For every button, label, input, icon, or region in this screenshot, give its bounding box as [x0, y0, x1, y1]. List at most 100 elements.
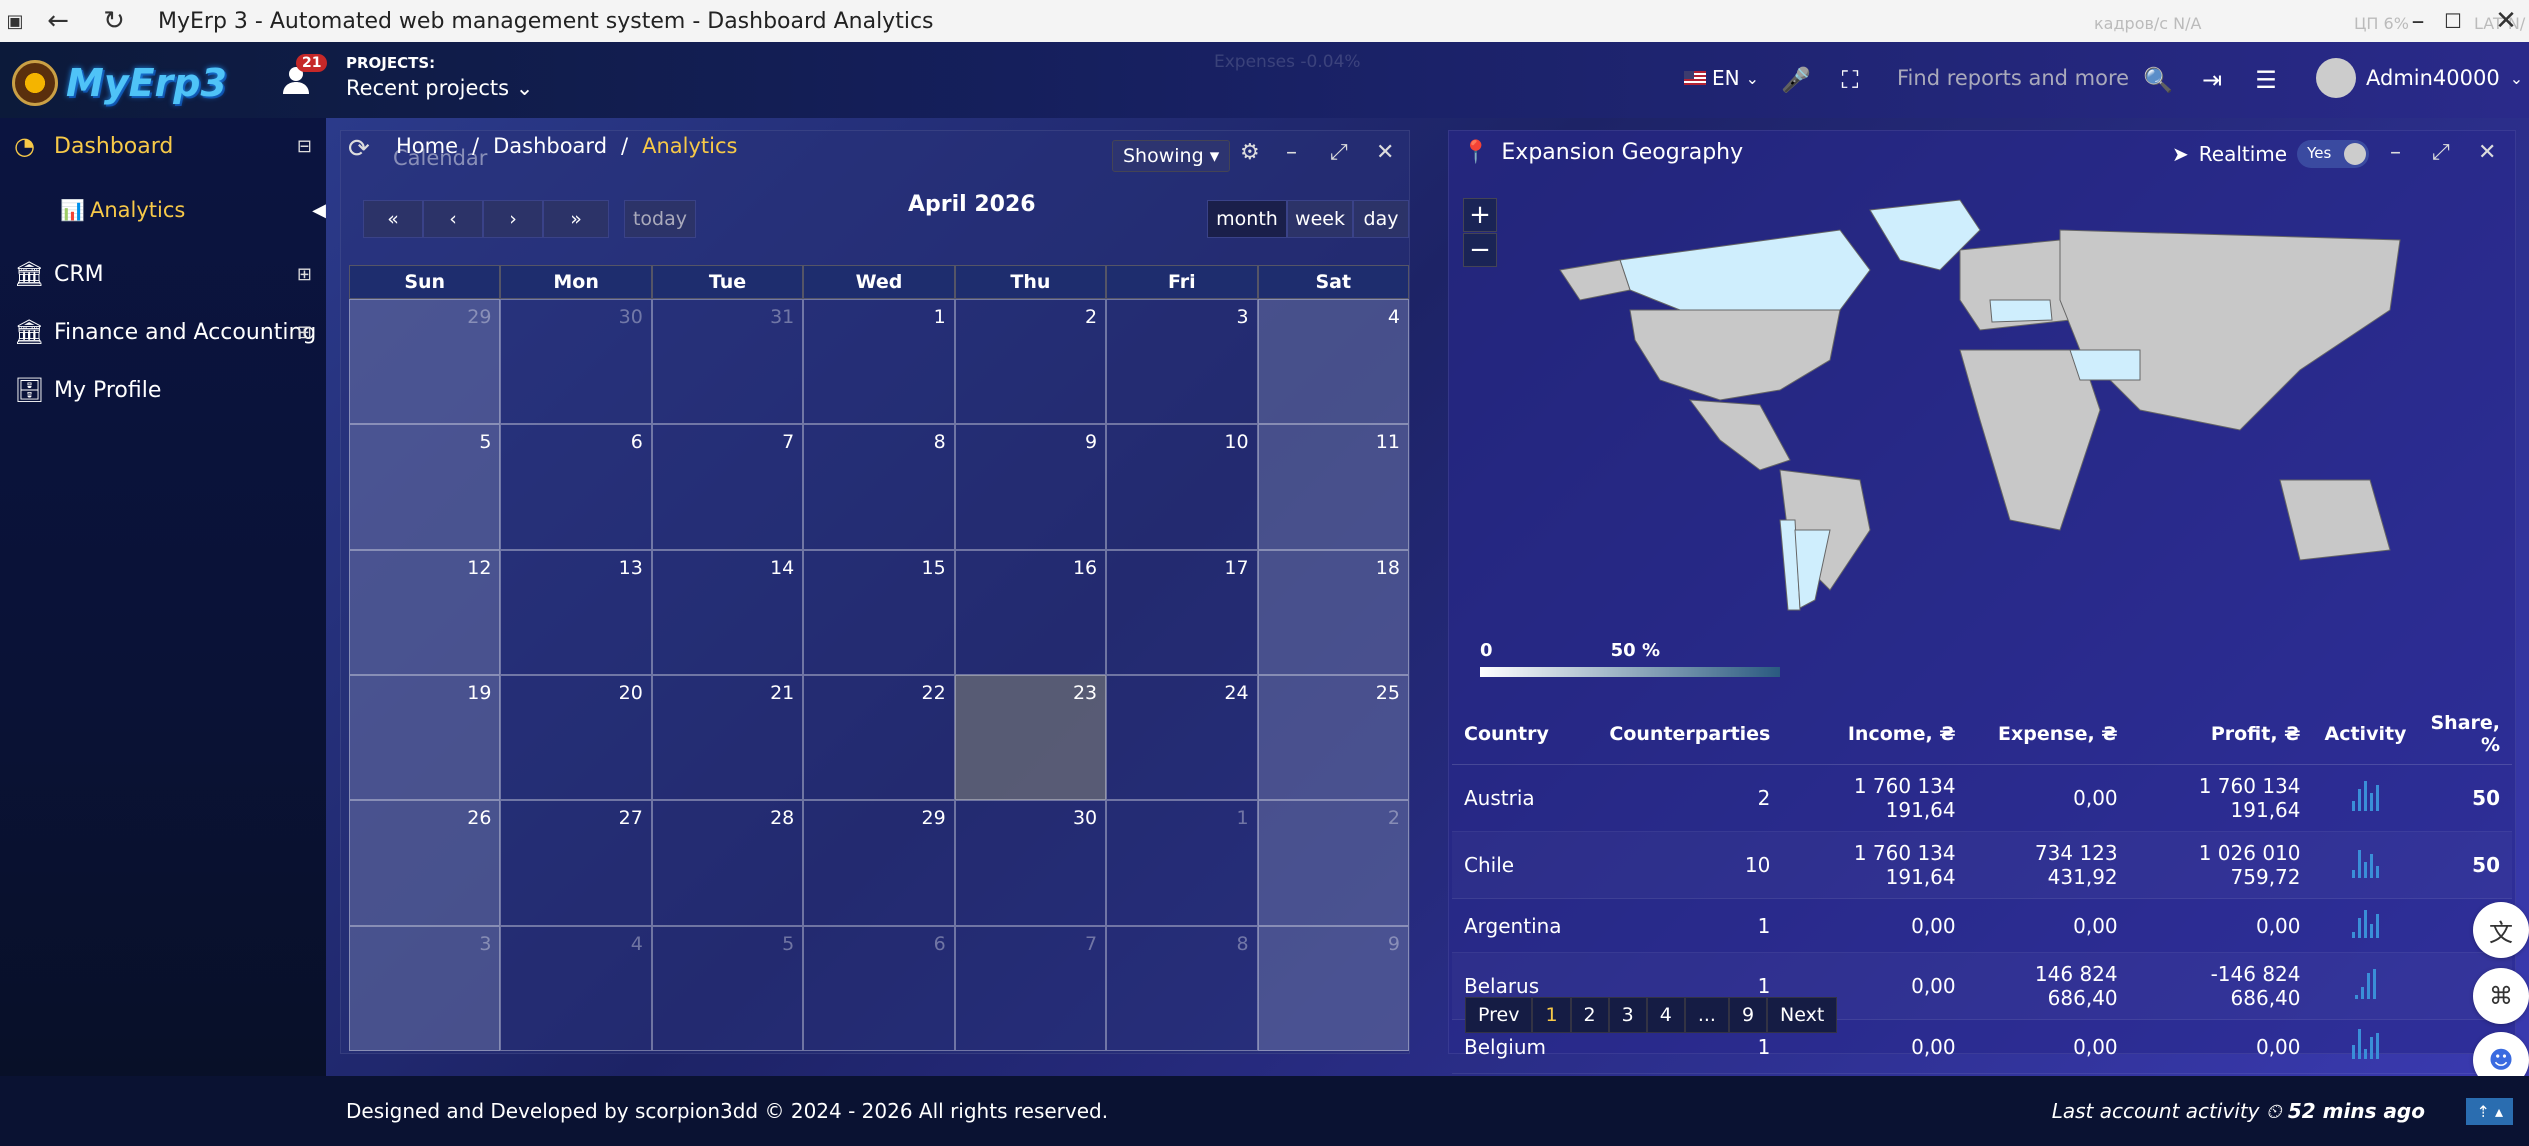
- view-month-button[interactable]: month: [1207, 200, 1287, 238]
- calendar-day-cell[interactable]: 29: [349, 299, 501, 425]
- collapse-icon[interactable]: ⊟: [297, 136, 312, 157]
- expand-icon[interactable]: ⊞: [297, 322, 312, 343]
- close-panel-icon[interactable]: ✕: [1376, 140, 1394, 165]
- col-share[interactable]: Share, %: [2418, 704, 2512, 765]
- table-row[interactable]: Austria 2 1 760 134 191,64 0,00 1 760 134 19…: [1452, 764, 2512, 832]
- refresh-icon[interactable]: ⟳: [348, 134, 370, 164]
- sidebar-item-analytics[interactable]: 📊 Analytics ◀: [0, 188, 326, 232]
- col-profit[interactable]: Profit, ₴: [2129, 704, 2313, 765]
- calendar-day-cell[interactable]: 7: [651, 424, 804, 550]
- calendar-day-cell[interactable]: 31: [651, 299, 804, 425]
- calendar-day-cell[interactable]: 3: [349, 925, 501, 1051]
- calendar-day-cell[interactable]: 24: [1106, 675, 1258, 801]
- realtime-toggle[interactable]: Yes: [2297, 140, 2370, 168]
- next-month-button[interactable]: ›: [483, 200, 543, 238]
- calendar-day-cell[interactable]: 1: [803, 299, 955, 425]
- sidebar-item-finance[interactable]: 🏛 Finance and Accounting ⊞: [0, 310, 326, 354]
- pagination-button[interactable]: 1: [1532, 997, 1571, 1033]
- calendar-day-cell[interactable]: 17: [1106, 549, 1258, 675]
- close-panel-icon[interactable]: ✕: [2478, 140, 2496, 165]
- calendar-day-cell[interactable]: 11: [1257, 424, 1409, 550]
- view-week-button[interactable]: week: [1287, 200, 1353, 238]
- calendar-day-cell[interactable]: 3: [1106, 299, 1258, 425]
- sidebar-item-crm[interactable]: 🏛 CRM ⊞: [0, 252, 326, 296]
- projects-dropdown[interactable]: PROJECTS: Recent projects ⌄: [346, 54, 533, 100]
- next-year-button[interactable]: »: [543, 200, 609, 238]
- user-menu[interactable]: Admin40000 ⌄: [2316, 58, 2523, 98]
- calendar-day-cell[interactable]: 28: [651, 800, 804, 926]
- col-income[interactable]: Income, ₴: [1782, 704, 1968, 765]
- pagination-button[interactable]: 2: [1570, 997, 1609, 1033]
- col-expense[interactable]: Expense, ₴: [1967, 704, 2130, 765]
- calendar-day-cell[interactable]: 21: [651, 675, 804, 801]
- search-input[interactable]: Find reports and more: [1897, 66, 2129, 90]
- reload-icon[interactable]: ↻: [86, 0, 142, 42]
- calendar-day-cell[interactable]: 15: [803, 549, 955, 675]
- table-row[interactable]: Chile 10 1 760 134 191,64 734 123 431,92 1 0…: [1452, 831, 2512, 899]
- fullscreen-icon[interactable]: ⛶: [1834, 64, 1866, 96]
- view-day-button[interactable]: day: [1353, 200, 1409, 238]
- calendar-day-cell[interactable]: 22: [803, 675, 955, 801]
- calendar-day-cell[interactable]: 9: [954, 424, 1107, 550]
- back-icon[interactable]: ←: [30, 0, 86, 42]
- calendar-day-cell[interactable]: 9: [1257, 925, 1409, 1051]
- calendar-day-cell[interactable]: 16: [954, 549, 1107, 675]
- pagination-button[interactable]: Prev: [1465, 997, 1533, 1033]
- today-button[interactable]: today: [624, 200, 696, 238]
- calendar-day-cell[interactable]: 25: [1257, 675, 1409, 801]
- table-row[interactable]: Argentina10,000,000,000: [1452, 898, 2512, 953]
- calendar-day-cell[interactable]: 2: [954, 299, 1107, 425]
- expand-panel-icon[interactable]: ⤢: [2432, 140, 2450, 165]
- logout-icon[interactable]: ⇥: [2196, 64, 2228, 96]
- col-counterparties[interactable]: Counterparties: [1597, 704, 1783, 765]
- calendar-day-cell[interactable]: 18: [1257, 549, 1409, 675]
- menu-icon[interactable]: ☰: [2250, 64, 2282, 96]
- app-logo[interactable]: MyErp3: [12, 60, 227, 106]
- calendar-day-cell[interactable]: 7: [954, 925, 1107, 1051]
- pagination-button[interactable]: ...: [1684, 997, 1729, 1033]
- pagination-button[interactable]: 9: [1728, 997, 1768, 1033]
- calendar-day-cell[interactable]: 4: [500, 925, 652, 1051]
- calendar-day-cell[interactable]: 5: [651, 925, 804, 1051]
- minimize-panel-icon[interactable]: –: [1286, 140, 1297, 165]
- calendar-day-cell[interactable]: 14: [651, 549, 804, 675]
- pagination-button[interactable]: Next: [1767, 997, 1838, 1033]
- prev-month-button[interactable]: ‹: [423, 200, 483, 238]
- maximize-icon[interactable]: ☐: [2425, 0, 2481, 42]
- notifications-button[interactable]: 21: [280, 54, 328, 100]
- language-selector[interactable]: EN ⌄: [1684, 66, 1759, 90]
- calendar-day-cell[interactable]: 30: [500, 299, 652, 425]
- breadcrumb-dashboard[interactable]: Dashboard: [493, 134, 607, 158]
- calendar-day-cell[interactable]: 8: [1106, 925, 1258, 1051]
- breadcrumb-home[interactable]: Home: [396, 134, 458, 158]
- calendar-day-cell[interactable]: 8: [803, 424, 955, 550]
- calendar-day-cell[interactable]: 20: [500, 675, 652, 801]
- search-icon[interactable]: 🔍: [2142, 64, 2174, 96]
- calendar-day-cell[interactable]: 19: [349, 675, 501, 801]
- minimize-panel-icon[interactable]: –: [2390, 140, 2401, 165]
- calendar-day-cell[interactable]: 6: [500, 424, 652, 550]
- calendar-day-cell[interactable]: 27: [500, 800, 652, 926]
- calendar-day-cell[interactable]: 10: [1106, 424, 1258, 550]
- calendar-day-cell[interactable]: 5: [349, 424, 501, 550]
- map-zoom-in-button[interactable]: +: [1463, 198, 1497, 232]
- calendar-day-cell[interactable]: 26: [349, 800, 501, 926]
- calendar-day-cell[interactable]: 12: [349, 549, 501, 675]
- map-zoom-out-button[interactable]: −: [1463, 233, 1497, 267]
- col-country[interactable]: Country: [1452, 704, 1598, 765]
- scroll-top-button[interactable]: ⇡ ▴: [2466, 1097, 2513, 1125]
- calendar-day-cell[interactable]: 1: [1106, 800, 1258, 926]
- calendar-day-cell[interactable]: 13: [500, 549, 652, 675]
- calendar-day-cell[interactable]: 29: [803, 800, 955, 926]
- sidebar-item-profile[interactable]: 🗄 My Profile: [0, 368, 326, 412]
- gear-icon[interactable]: ⚙: [1240, 140, 1260, 165]
- translate-icon[interactable]: 文: [2473, 902, 2529, 958]
- sidebar-item-dashboard[interactable]: ◔ Dashboard ⊟: [0, 124, 326, 168]
- showing-dropdown[interactable]: Showing ▾: [1112, 140, 1231, 172]
- calendar-day-cell[interactable]: 23: [954, 675, 1107, 801]
- close-icon[interactable]: ✕: [2478, 0, 2529, 42]
- expand-panel-icon[interactable]: ⤢: [1330, 140, 1348, 165]
- calendar-day-cell[interactable]: 2: [1257, 800, 1409, 926]
- pagination-button[interactable]: 3: [1608, 997, 1647, 1033]
- apps-icon[interactable]: ⌘: [2473, 968, 2529, 1024]
